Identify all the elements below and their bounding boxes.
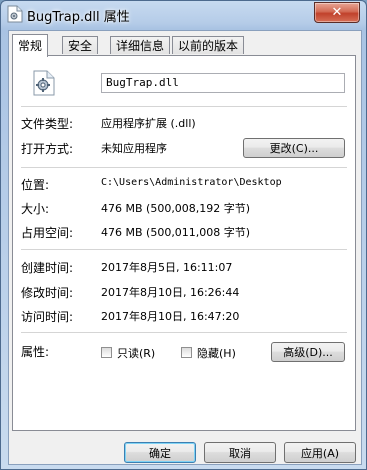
title-bar[interactable]: BugTrap.dll 属性 ✕ (1, 1, 366, 29)
general-panel: BugTrap.dll 文件类型: 应用程序扩展 (.dll) 打开方式: 未知… (12, 55, 356, 431)
tab-details[interactable]: 详细信息 (110, 36, 171, 54)
window-title: BugTrap.dll 属性 (27, 10, 130, 25)
change-button[interactable]: 更改(C)... (243, 138, 345, 158)
tab-previous-versions[interactable]: 以前的版本 (172, 36, 245, 54)
readonly-checkbox[interactable] (101, 347, 112, 358)
ok-button[interactable]: 确定 (124, 442, 196, 463)
dialog-client: 常规 安全 详细信息 以前的版本 BugTrap.dll 文件类型: 应用程序扩… (8, 30, 362, 465)
created-value: 2017年8月5日, 16:11:07 (101, 261, 233, 274)
attributes-label: 属性: (21, 345, 50, 359)
modified-label: 修改时间: (21, 286, 74, 300)
modified-value: 2017年8月10日, 16:26:44 (101, 286, 240, 299)
file-type-label: 文件类型: (21, 117, 74, 131)
hidden-checkbox[interactable] (181, 347, 192, 358)
open-with-value: 未知应用程序 (101, 142, 167, 155)
divider (21, 106, 347, 107)
size-on-disk-value: 476 MB (500,011,008 字节) (101, 226, 251, 239)
hidden-label[interactable]: 隐藏(H) (197, 345, 236, 361)
file-name-input[interactable]: BugTrap.dll (101, 73, 345, 93)
size-label: 大小: (21, 202, 50, 216)
cancel-button[interactable]: 取消 (204, 442, 276, 463)
location-value: C:\Users\Administrator\Desktop (101, 177, 282, 188)
size-value: 476 MB (500,008,192 字节) (101, 202, 251, 215)
tab-general[interactable]: 常规 (12, 34, 49, 57)
open-with-label: 打开方式: (21, 142, 74, 156)
created-label: 创建时间: (21, 261, 74, 275)
size-on-disk-label: 占用空间: (21, 226, 74, 240)
advanced-button[interactable]: 高级(D)... (271, 342, 345, 362)
accessed-value: 2017年8月10日, 16:47:20 (101, 310, 240, 323)
close-icon: ✕ (331, 5, 343, 20)
divider (21, 332, 347, 333)
dll-file-icon (33, 70, 55, 96)
accessed-label: 访问时间: (21, 310, 74, 324)
file-type-value: 应用程序扩展 (.dll) (101, 117, 196, 130)
properties-window: BugTrap.dll 属性 ✕ 常规 安全 详细信息 以前的版本 BugTra… (0, 0, 367, 470)
divider (21, 167, 347, 168)
divider (21, 249, 347, 250)
close-button[interactable]: ✕ (314, 2, 360, 23)
readonly-label[interactable]: 只读(R) (117, 345, 155, 361)
apply-button[interactable]: 应用(A) (284, 442, 356, 463)
tab-security[interactable]: 安全 (62, 36, 99, 54)
location-label: 位置: (21, 178, 50, 192)
dll-file-icon (7, 5, 23, 23)
